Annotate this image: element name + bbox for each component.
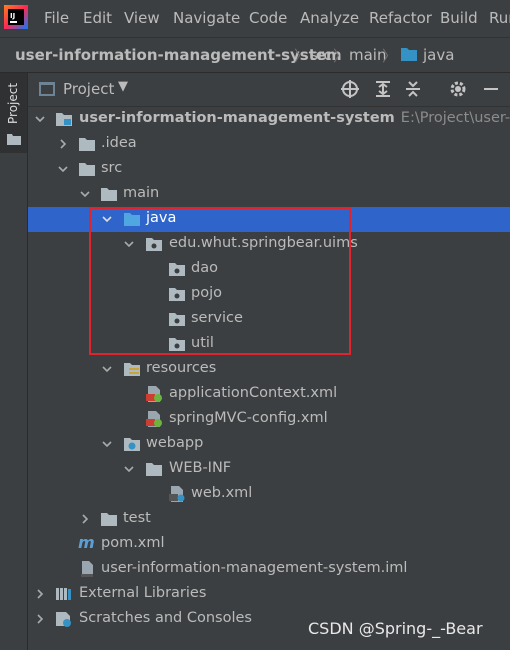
breadcrumb-src[interactable]: src <box>310 46 332 64</box>
module-folder-icon <box>56 113 72 126</box>
breadcrumb-main[interactable]: main <box>349 46 386 64</box>
watermark: CSDN @Spring-_-Bear <box>308 619 483 638</box>
tree-node-label: webapp <box>146 435 204 451</box>
left-tool-stripe <box>0 73 28 650</box>
project-tree: user-information-management-system E:\Pro… <box>28 107 510 650</box>
minimize-icon[interactable] <box>483 80 499 98</box>
breadcrumb-separator: 〉 <box>382 47 398 65</box>
menu-refactor[interactable]: Refactor <box>369 9 432 27</box>
tree-node-idea[interactable]: .idea <box>28 132 510 157</box>
chevron-down-icon[interactable] <box>101 363 113 375</box>
tree-node-iml[interactable]: user-information-management-system.iml <box>28 557 510 582</box>
breadcrumb-project[interactable]: user-information-management-system <box>15 46 342 64</box>
spring-xml-icon <box>146 411 162 427</box>
tree-node-label: WEB-INF <box>169 460 232 476</box>
tree-node-external-libraries[interactable]: External Libraries <box>28 582 510 607</box>
tree-node-label: user-information-management-system.iml <box>101 560 408 576</box>
chevron-right-icon[interactable] <box>57 138 69 150</box>
tree-node-label: main <box>123 185 160 201</box>
resources-folder-icon <box>124 363 140 376</box>
module-file-icon <box>81 561 93 577</box>
menu-file[interactable]: File <box>44 9 69 27</box>
tree-node-label: web.xml <box>191 485 253 501</box>
chevron-down-icon[interactable] <box>57 163 69 175</box>
chevron-down-icon[interactable] <box>34 113 46 125</box>
tree-node-web-xml[interactable]: web.xml <box>28 482 510 507</box>
project-tool-header: Project ▼ <box>28 73 510 107</box>
collapse-all-icon[interactable] <box>405 80 421 98</box>
menu-view[interactable]: View <box>124 9 160 27</box>
tree-node-src[interactable]: src <box>28 157 510 182</box>
tree-node-label: External Libraries <box>79 585 207 601</box>
svg-text:Project: Project <box>6 83 20 124</box>
folder-icon <box>146 463 162 476</box>
tree-node-label: .idea <box>101 135 137 151</box>
folder-icon <box>79 163 95 176</box>
web-xml-icon <box>169 486 185 502</box>
breadcrumb-separator: 〉 <box>333 47 349 65</box>
tree-node-label: applicationContext.xml <box>169 385 338 401</box>
breadcrumb-separator: 〉 <box>294 47 310 65</box>
svg-text:IJ: IJ <box>10 12 15 20</box>
tree-node-web-inf[interactable]: WEB-INF <box>28 457 510 482</box>
chevron-down-icon[interactable] <box>123 463 135 475</box>
tree-node-label: pom.xml <box>101 535 165 551</box>
chevron-down-icon[interactable] <box>79 188 91 200</box>
tree-node-resources[interactable]: resources <box>28 357 510 382</box>
folder-icon <box>79 138 95 151</box>
tree-node-label: springMVC-config.xml <box>169 410 328 426</box>
chevron-down-icon[interactable]: ▼ <box>118 79 128 94</box>
chevron-down-icon[interactable] <box>101 438 113 450</box>
project-path: E:\Project\user-inform <box>400 110 510 126</box>
project-view-icon <box>39 82 55 96</box>
menu-edit[interactable]: Edit <box>83 9 112 27</box>
tree-node-root[interactable]: user-information-management-system E:\Pro… <box>28 107 510 132</box>
gear-icon[interactable] <box>449 80 467 98</box>
folder-icon <box>401 48 417 61</box>
project-folder-icon <box>7 134 21 145</box>
folder-icon <box>101 513 117 526</box>
tree-node-test[interactable]: test <box>28 507 510 532</box>
menu-code[interactable]: Code <box>249 9 287 27</box>
highlight-box <box>89 207 351 355</box>
scratches-icon <box>56 612 71 627</box>
menu-analyze[interactable]: Analyze <box>300 9 359 27</box>
tree-node-application-context[interactable]: applicationContext.xml <box>28 382 510 407</box>
maven-icon: m <box>78 533 95 552</box>
tree-node-label: src <box>101 160 123 176</box>
tree-node-spring-mvc-config[interactable]: springMVC-config.xml <box>28 407 510 432</box>
tree-node-label: Scratches and Consoles <box>79 610 252 626</box>
chevron-right-icon[interactable] <box>34 613 46 625</box>
project-stripe-label: Project <box>6 83 20 124</box>
tree-node-pom[interactable]: m pom.xml <box>28 532 510 557</box>
menu-build[interactable]: Build <box>440 9 478 27</box>
tree-node-webapp[interactable]: webapp <box>28 432 510 457</box>
spring-xml-icon <box>146 386 162 402</box>
locate-icon[interactable] <box>341 80 359 98</box>
web-folder-icon <box>124 438 140 451</box>
menu-bar: IJ File Edit View Navigate Code Analyze … <box>0 0 510 38</box>
breadcrumb: user-information-management-system 〉 src… <box>0 38 510 73</box>
expand-all-icon[interactable] <box>375 80 391 98</box>
menu-navigate[interactable]: Navigate <box>173 9 240 27</box>
tree-node-label: resources <box>146 360 217 376</box>
library-icon <box>56 588 71 600</box>
tool-window-title[interactable]: Project <box>63 80 114 98</box>
chevron-right-icon[interactable] <box>34 588 46 600</box>
tree-node-main[interactable]: main <box>28 182 510 207</box>
menu-run[interactable]: Run <box>489 9 510 27</box>
breadcrumb-java[interactable]: java <box>423 46 454 64</box>
tree-node-label: user-information-management-system E:\Pro… <box>79 110 510 126</box>
folder-icon <box>101 188 117 201</box>
intellij-logo-icon: IJ <box>4 5 28 29</box>
chevron-right-icon[interactable] <box>79 513 91 525</box>
tree-node-label: test <box>123 510 151 526</box>
